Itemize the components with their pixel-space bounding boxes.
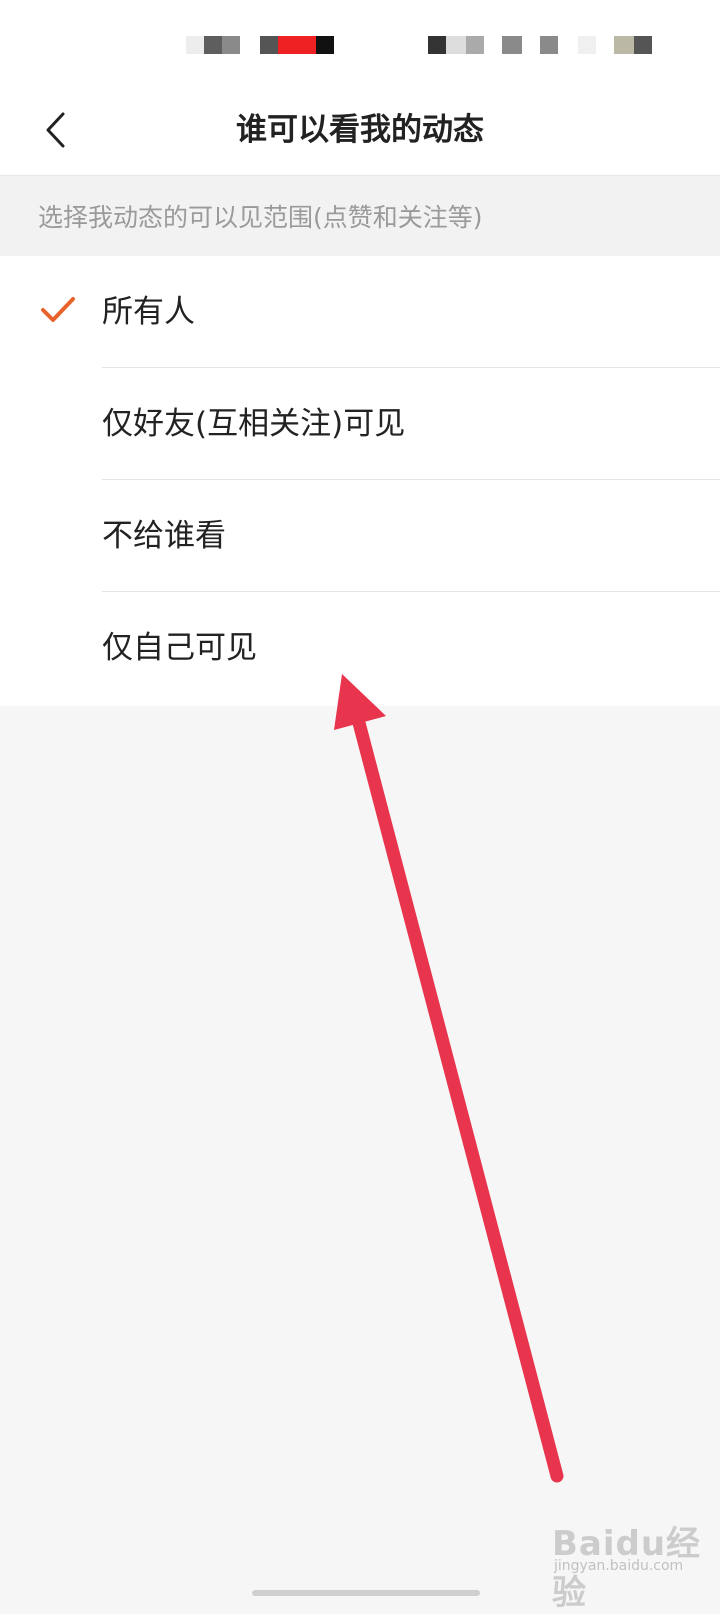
status-pixel: [278, 36, 316, 54]
visibility-hint: 选择我动态的可以见范围(点赞和关注等): [0, 176, 720, 256]
option-label: 仅自己可见: [102, 630, 257, 666]
nav-bar: 谁可以看我的动态: [0, 90, 720, 176]
status-pixel: [578, 36, 596, 54]
status-pixel: [204, 36, 222, 54]
hint-text: 选择我动态的可以见范围(点赞和关注等): [38, 203, 483, 232]
status-pixel: [614, 36, 634, 54]
status-pixel: [466, 36, 484, 54]
status-pixel: [222, 36, 240, 54]
watermark-logo: Baidu经验 jingyan.baidu.com: [552, 1516, 712, 1613]
status-pixel: [446, 36, 466, 54]
page-title: 谁可以看我的动态: [236, 112, 484, 148]
watermark-url: jingyan.baidu.com: [554, 1558, 684, 1574]
option-only-me[interactable]: 仅自己可见: [0, 592, 720, 704]
status-pixel: [540, 36, 558, 54]
status-pixel: [428, 36, 446, 54]
chevron-left-icon: [46, 112, 65, 148]
status-pixel: [316, 36, 334, 54]
status-pixel: [260, 36, 278, 54]
home-indicator[interactable]: [252, 1590, 480, 1596]
option-label: 仅好友(互相关注)可见: [102, 406, 406, 442]
status-pixel: [502, 36, 522, 54]
checkmark-icon: [41, 297, 75, 322]
option-friends-only[interactable]: 仅好友(互相关注)可见: [0, 368, 720, 480]
option-label: 所有人: [102, 294, 195, 330]
option-everyone[interactable]: 所有人: [0, 256, 720, 368]
option-exclude-people[interactable]: 不给谁看: [0, 480, 720, 592]
status-pixel: [186, 36, 204, 54]
option-label: 不给谁看: [102, 518, 226, 554]
status-bar: [0, 0, 720, 90]
status-pixel: [634, 36, 652, 54]
back-button[interactable]: [28, 100, 84, 160]
visibility-options-list: 所有人 仅好友(互相关注)可见 不给谁看 仅自己可见: [0, 256, 720, 706]
